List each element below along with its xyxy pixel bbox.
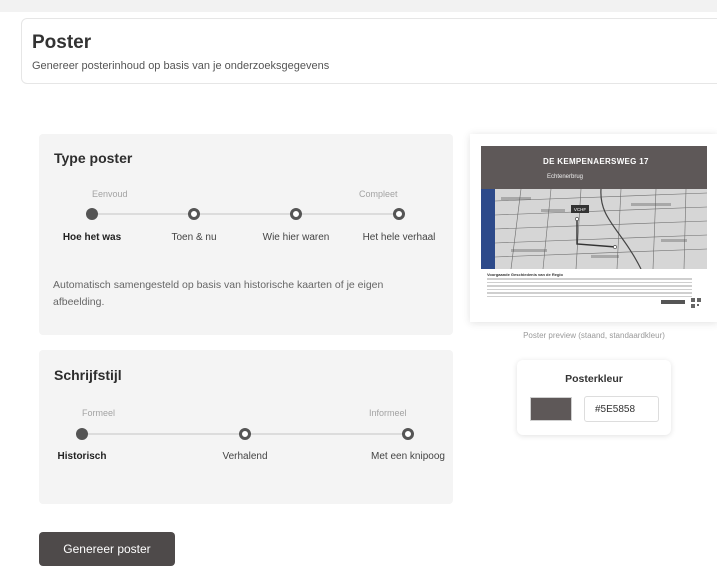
poster-subtitle: Echtenerbrug (547, 174, 584, 180)
style-hint-right: Informeel (369, 408, 407, 418)
poster-preview: DE KEMPENAERSWEG 17 Echtenerbrug VCHF Vo… (470, 134, 717, 322)
style-option-dot-1[interactable] (76, 428, 88, 440)
type-option-label-4[interactable]: Het hele verhaal (363, 232, 436, 243)
poster-footer-tag (661, 300, 685, 304)
poster-thumbnail: DE KEMPENAERSWEG 17 Echtenerbrug VCHF Vo… (481, 146, 707, 312)
poster-body-text (487, 278, 692, 299)
type-option-dot-2[interactable] (188, 208, 200, 220)
type-slider-track (92, 213, 399, 215)
type-option-label-2[interactable]: Toen & nu (171, 232, 216, 243)
color-swatch[interactable] (530, 397, 572, 421)
page: Poster Genereer posterinhoud op basis va… (0, 0, 717, 574)
style-option-label-3[interactable]: Met een knipoog (371, 451, 445, 462)
top-bar (0, 0, 717, 12)
page-subtitle: Genereer posterinhoud op basis van je on… (32, 60, 330, 72)
poster-header-band: DE KEMPENAERSWEG 17 Echtenerbrug (481, 146, 707, 189)
hex-color-input[interactable] (584, 396, 659, 422)
schrijfstijl-title: Schrijfstijl (54, 367, 122, 383)
poster-color-card: Posterkleur (517, 360, 671, 435)
poster-map-image: VCHF (481, 189, 707, 269)
type-option-dot-1[interactable] (86, 208, 98, 220)
type-option-label-3[interactable]: Wie hier waren (263, 232, 330, 243)
type-option-dot-3[interactable] (290, 208, 302, 220)
type-option-dot-4[interactable] (393, 208, 405, 220)
style-option-dot-2[interactable] (239, 428, 251, 440)
schrijfstijl-card: Schrijfstijl (39, 350, 453, 504)
style-option-label-1[interactable]: Historisch (58, 451, 107, 462)
page-header: Poster Genereer posterinhoud op basis va… (21, 18, 717, 84)
type-hint-right: Compleet (359, 189, 398, 199)
style-option-label-2[interactable]: Verhalend (222, 451, 267, 462)
poster-marker-label: VCHF (574, 207, 587, 212)
poster-color-title: Posterkleur (565, 373, 623, 385)
type-hint-left: Eenvoud (92, 189, 128, 199)
type-description: Automatisch samengesteld op basis van hi… (53, 279, 384, 308)
preview-caption: Poster preview (staand, standaardkleur) (523, 331, 665, 340)
poster-caption: Voorgaande Geschiedenis van de Regio (487, 272, 563, 277)
style-hint-left: Formeel (82, 408, 116, 418)
style-option-dot-3[interactable] (402, 428, 414, 440)
type-poster-title: Type poster (54, 150, 133, 166)
poster-title: DE KEMPENAERSWEG 17 (543, 157, 649, 166)
qr-code-icon (691, 298, 701, 308)
type-option-label-1[interactable]: Hoe het was (63, 232, 121, 243)
generate-poster-button[interactable]: Genereer poster (39, 532, 175, 566)
page-title: Poster (32, 32, 92, 53)
